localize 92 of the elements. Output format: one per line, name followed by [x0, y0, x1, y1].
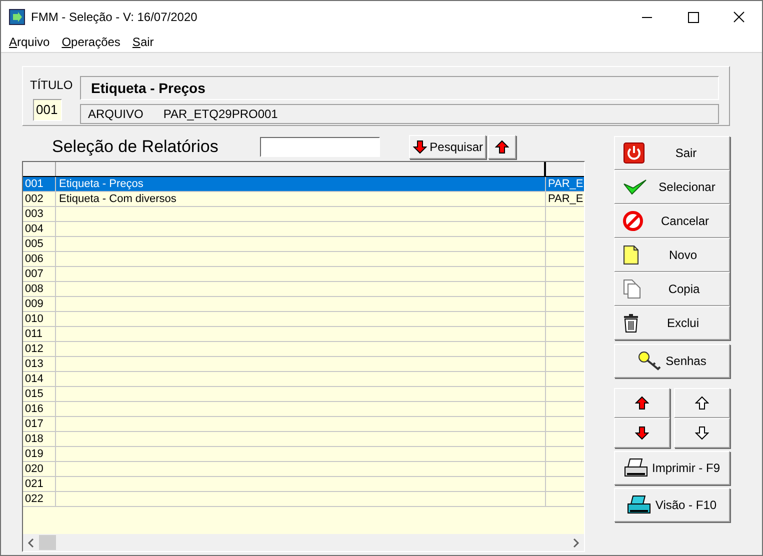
printer-icon — [624, 458, 648, 478]
section-title: Seleção de Relatórios — [52, 136, 218, 158]
print-button[interactable]: Visão - F10 — [614, 488, 730, 522]
table-row[interactable]: 005 — [23, 237, 584, 252]
table-row[interactable]: 003 — [23, 207, 584, 222]
table-cell: 008 — [23, 282, 56, 296]
table-row[interactable]: 016 — [23, 402, 584, 417]
table-row[interactable]: 009 — [23, 297, 584, 312]
menu-item[interactable]: Sair — [126, 33, 160, 51]
table-row[interactable]: 006 — [23, 252, 584, 267]
table-cell: 002 — [23, 192, 56, 206]
action-button[interactable]: Selecionar — [614, 170, 730, 204]
scroll-thumb[interactable] — [39, 535, 56, 550]
table-cell: 001 — [23, 177, 56, 191]
app-icon — [9, 8, 25, 24]
table-row[interactable]: 011 — [23, 327, 584, 342]
table-cell: 011 — [23, 327, 56, 341]
table-cell: 019 — [23, 447, 56, 461]
move-top-button[interactable] — [674, 388, 730, 418]
search-up-button[interactable] — [488, 135, 516, 159]
prohibited-icon — [623, 211, 643, 231]
horizontal-scrollbar[interactable] — [23, 534, 584, 551]
passwords-button[interactable]: Senhas — [614, 344, 730, 378]
title-label: TÍTULO — [30, 77, 73, 94]
table-row[interactable]: 017 — [23, 417, 584, 432]
table-cell: 009 — [23, 297, 56, 311]
arrow-up-icon — [495, 140, 510, 154]
table-cell: 022 — [23, 492, 56, 506]
table-cell: 016 — [23, 402, 56, 416]
action-button[interactable]: Copia — [614, 272, 730, 306]
move-bottom-button[interactable] — [674, 418, 730, 448]
action-button[interactable]: Cancelar — [614, 204, 730, 238]
action-button[interactable]: Novo — [614, 238, 730, 272]
checkmark-icon — [623, 178, 647, 196]
printer-icon — [627, 495, 652, 515]
key-icon — [638, 351, 662, 371]
table-cell: 021 — [23, 477, 56, 491]
arrow-up-icon — [695, 396, 709, 410]
table-row[interactable]: 022 — [23, 492, 584, 507]
table-cell: 005 — [23, 237, 56, 251]
copy-icon — [623, 279, 641, 299]
table-row[interactable]: 002 Etiqueta - Com diversos PAR_E — [23, 192, 584, 207]
arrow-up-icon — [635, 396, 649, 410]
table-cell: 007 — [23, 267, 56, 281]
table-cell: 010 — [23, 312, 56, 326]
menu-item[interactable]: Arquivo — [3, 33, 56, 51]
table-cell: 020 — [23, 462, 56, 476]
table-cell: 003 — [23, 207, 56, 221]
menu-item[interactable]: Operações — [56, 33, 126, 51]
table-cell: 006 — [23, 252, 56, 266]
table-row[interactable]: 007 — [23, 267, 584, 282]
action-button[interactable]: Exclui — [614, 306, 730, 340]
table-row[interactable]: 021 — [23, 477, 584, 492]
table-cell: 018 — [23, 432, 56, 446]
table-row[interactable]: 010 — [23, 312, 584, 327]
table-cell: Etiqueta - Com diversos — [56, 192, 546, 206]
table-cell: Etiqueta - Preços — [56, 177, 546, 191]
table-cell: 013 — [23, 357, 56, 371]
arrow-down-icon — [695, 426, 709, 440]
code-field[interactable]: 001 — [33, 99, 62, 121]
arrow-down-icon — [635, 426, 649, 440]
document-icon — [623, 245, 639, 265]
table-row[interactable]: 014 — [23, 372, 584, 387]
table-row[interactable]: 015 — [23, 387, 584, 402]
table-row[interactable]: 001 Etiqueta - Preços PAR_E — [23, 177, 584, 192]
table-row[interactable]: 013 — [23, 357, 584, 372]
move-up-button[interactable] — [614, 388, 670, 418]
move-down-button[interactable] — [614, 418, 670, 448]
window-title: FMM - Seleção - V: 16/07/2020 — [31, 8, 198, 26]
search-field[interactable] — [260, 137, 380, 157]
action-button[interactable]: Sair — [614, 136, 730, 170]
table-cell-text: PAR_E — [547, 192, 584, 206]
table-cell: 017 — [23, 417, 56, 431]
trash-icon — [623, 313, 639, 333]
table-cell: 015 — [23, 387, 56, 401]
table-cell: 012 — [23, 342, 56, 356]
table-row[interactable]: 012 — [23, 342, 584, 357]
table-row[interactable]: 004 — [23, 222, 584, 237]
file-name: PAR_ETQ29PRO001 — [163, 106, 278, 123]
table-row[interactable]: 018 — [23, 432, 584, 447]
arrow-down-icon — [412, 140, 427, 154]
table-row[interactable]: 019 — [23, 447, 584, 462]
report-title: Etiqueta - Preços — [91, 78, 206, 98]
table-cell: 004 — [23, 222, 56, 236]
search-down-button[interactable]: Pesquisar — [409, 135, 486, 159]
table-row[interactable]: 008 — [23, 282, 584, 297]
table-cell-text: PAR_E — [547, 177, 584, 191]
table-cell: 014 — [23, 372, 56, 386]
print-button[interactable]: Imprimir - F9 — [614, 451, 730, 485]
power-icon — [623, 142, 645, 164]
table-row[interactable]: 020 — [23, 462, 584, 477]
file-label: ARQUIVO — [88, 106, 144, 123]
